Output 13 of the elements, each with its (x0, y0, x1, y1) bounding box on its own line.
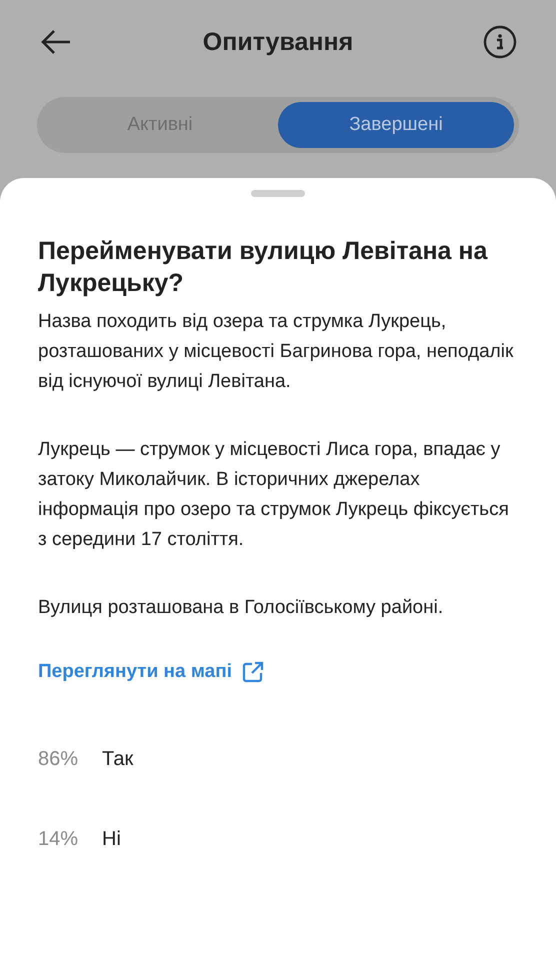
result-percent: 86% (38, 748, 80, 770)
description-paragraph: Вулиця розташована в Голосіївському районі. (38, 596, 444, 620)
drag-handle[interactable] (251, 190, 305, 197)
tab[interactable]: Завершені (278, 102, 514, 148)
answer-label: Так (102, 748, 134, 770)
answer-label: Ні (102, 828, 121, 850)
description-paragraph: Лукрець — струмок у місцевості Лиса гора, впадає у затоку Миколайчик. В історичних джерелах інформація про озеро та струмок Лукрець фіксується з середини 17 століття. (38, 438, 510, 552)
description-paragraph: Назва походить від озера та струмка Лукрець, розташованих у місцевості Багринова гора, неподалік від існуючої вулиці Левітана. (38, 310, 514, 394)
page-title: Опитування (202, 28, 354, 56)
poll-question: Перейменувати вулицю Левітана на Лукрецьку? (38, 236, 488, 299)
external-link-icon (242, 661, 264, 683)
result-percent: 14% (38, 828, 80, 850)
map-link[interactable]: Переглянути на мапі (38, 661, 264, 683)
